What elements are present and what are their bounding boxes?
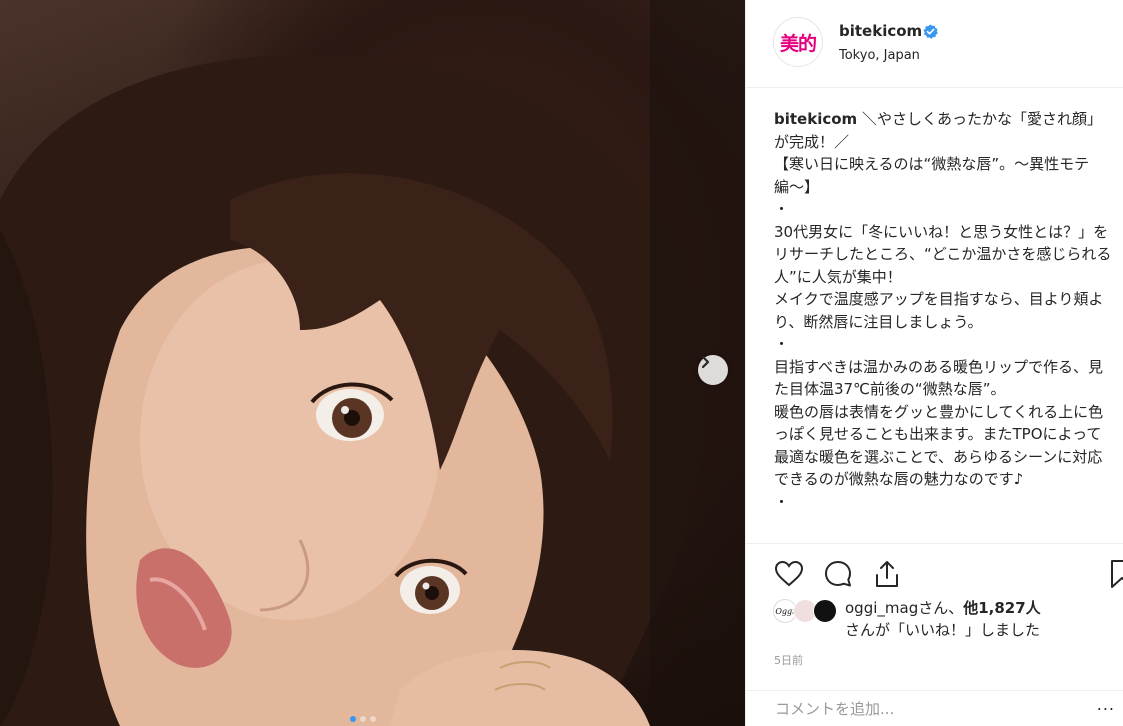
caption-line: 【寒い日に映えるのは“微熱な唇”。〜異性モテ編〜】 xyxy=(774,155,1090,196)
caption-username-link[interactable]: bitekicom xyxy=(774,110,857,128)
avatar-logo-text: 美的 xyxy=(779,32,817,55)
share-icon[interactable] xyxy=(871,558,903,590)
location-link[interactable]: Tokyo, Japan xyxy=(839,48,920,63)
post-timestamp[interactable]: 5日前 xyxy=(774,652,803,668)
more-options-icon[interactable]: ... xyxy=(1097,695,1115,714)
speech-bubble-icon[interactable] xyxy=(822,558,854,590)
caption-line: ・ xyxy=(774,200,790,218)
likes-text: oggi_magさん、他1,827人 さんが「いいね！」しました xyxy=(845,599,1041,639)
carousel-indicator xyxy=(350,716,376,722)
likes-summary: Oggi oggi_magさん、他1,827人 さんが「いいね！」しました xyxy=(773,597,1113,642)
liker-username-link[interactable]: oggi_mag xyxy=(845,599,918,617)
liker-avatar[interactable] xyxy=(813,599,837,623)
other-likers-link[interactable]: 他1,827人 xyxy=(963,599,1040,617)
portrait-illustration xyxy=(0,0,745,726)
profile-avatar[interactable]: 美的 xyxy=(773,17,823,67)
next-photo-button[interactable] xyxy=(698,355,728,385)
carousel-dot xyxy=(360,716,366,722)
post-actions-bar xyxy=(746,543,1123,603)
post-photo[interactable] xyxy=(0,0,745,726)
caption-line: ・ xyxy=(774,335,790,353)
post-caption: bitekicom ＼やさしくあったかな「愛され顔」が完成！／ 【寒い日に映える… xyxy=(774,108,1112,538)
post-header: 美的 bitekicom Tokyo, Japan xyxy=(746,0,1123,88)
verified-badge-icon xyxy=(923,24,938,39)
comment-input[interactable] xyxy=(773,699,1097,719)
heart-icon[interactable] xyxy=(773,558,805,590)
carousel-dot xyxy=(350,716,356,722)
post-details-panel: 美的 bitekicom Tokyo, Japan bitekicom ＼やさし… xyxy=(745,0,1123,726)
caption-line: 目指すべきは温かみのある暖色リップで作る、見た目体温37℃前後の“微熱な唇”。 xyxy=(774,357,1103,399)
carousel-dot xyxy=(370,716,376,722)
caption-line: メイクで温度感アップを目指すなら、目より頬より、断然唇に注目しましょう。 xyxy=(774,290,1104,331)
bookmark-icon[interactable] xyxy=(1106,558,1123,590)
caption-line: 暖色の唇は表情をグッと豊かにしてくれる上に色っぽく見せることも出来ます。またTP… xyxy=(774,402,1104,489)
caption-line: 30代男女に「冬にいいね！と思う女性とは？」をリサーチしたところ、“どこか温かさ… xyxy=(774,222,1112,286)
caption-line: ・ xyxy=(774,492,790,511)
caption-line: bitekicom ＼やさしくあったかな「愛され顔」が完成！／ xyxy=(774,110,1102,151)
username-link[interactable]: bitekicom xyxy=(839,22,922,40)
chevron-right-icon xyxy=(701,355,710,369)
comment-bar: ... xyxy=(746,690,1123,726)
